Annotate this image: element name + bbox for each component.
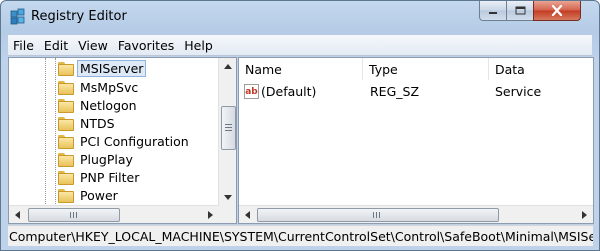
tree-line <box>45 58 46 206</box>
list-horizontal-scrollbar[interactable] <box>239 205 593 223</box>
folder-icon <box>57 62 74 76</box>
scroll-left-button[interactable] <box>9 206 26 223</box>
grip-line <box>379 212 380 218</box>
string-value-icon: ab <box>244 84 259 99</box>
tree-item-pnp-filter[interactable]: PNP Filter <box>57 169 142 186</box>
tree-item-netlogon[interactable]: Netlogon <box>57 97 140 114</box>
arrow-right-icon <box>208 210 213 219</box>
minimize-icon <box>489 11 497 14</box>
arrow-down-icon <box>223 195 232 200</box>
arrow-right-icon <box>582 210 587 219</box>
tree-item-label: PCI Configuration <box>80 134 189 149</box>
minimize-button[interactable] <box>479 1 507 21</box>
tree-item-plugplay[interactable]: PlugPlay <box>57 151 136 168</box>
scrollbar-corner <box>219 206 236 223</box>
folder-icon <box>57 99 74 113</box>
registry-editor-icon <box>10 8 25 25</box>
tree-item-pci-configuration[interactable]: PCI Configuration <box>57 133 192 150</box>
key-tree-pane[interactable]: MSIServer MsMpSvc Netlogon NTDS PCI Conf… <box>8 57 237 224</box>
arrow-left-icon <box>245 210 250 219</box>
scroll-right-button[interactable] <box>202 206 219 223</box>
maximize-button[interactable] <box>506 1 534 21</box>
scroll-thumb[interactable] <box>221 106 236 150</box>
tree-item-label: NTDS <box>80 116 115 131</box>
menu-view[interactable]: View <box>73 38 113 53</box>
close-button[interactable] <box>533 1 581 21</box>
menu-edit[interactable]: Edit <box>39 38 73 53</box>
value-data: Service <box>495 84 542 99</box>
tree-item-label: PlugPlay <box>80 152 133 167</box>
grip-line <box>225 127 232 128</box>
grip-line <box>73 212 74 218</box>
scroll-thumb[interactable] <box>28 208 120 222</box>
maximize-icon <box>515 6 525 15</box>
scroll-thumb[interactable] <box>257 208 499 222</box>
tree-item-label: MsMpSvc <box>80 80 139 95</box>
tree-item-msmpsvc[interactable]: MsMpSvc <box>57 79 141 96</box>
scroll-right-button[interactable] <box>576 206 593 223</box>
grip-line <box>225 124 232 125</box>
tree-horizontal-scrollbar[interactable] <box>9 205 219 223</box>
tree-item-msiserver[interactable]: MSIServer <box>57 60 147 77</box>
folder-icon <box>57 135 74 149</box>
values-list-pane[interactable]: Name Type Data ab (Default) REG_SZ Servi… <box>238 57 594 224</box>
tree-item-label: Power <box>80 188 118 203</box>
close-icon <box>551 5 563 16</box>
tree-item-power[interactable]: Power <box>57 187 121 204</box>
value-type: REG_SZ <box>370 84 420 99</box>
tree-item-label: PNP Filter <box>80 170 140 185</box>
column-header-type[interactable]: Type <box>363 58 489 80</box>
menu-help[interactable]: Help <box>179 38 218 53</box>
folder-icon <box>57 81 74 95</box>
scroll-down-button[interactable] <box>219 189 236 206</box>
folder-icon <box>57 171 74 185</box>
status-path: Computer\HKEY_LOCAL_MACHINE\SYSTEM\Curre… <box>9 228 593 244</box>
grip-line <box>376 212 377 218</box>
menu-favorites[interactable]: Favorites <box>113 38 179 53</box>
scroll-up-button[interactable] <box>219 58 236 75</box>
registry-editor-window: Registry Editor File Edit View Favorites… <box>0 0 600 251</box>
arrow-up-icon <box>223 64 232 69</box>
value-name: (Default) <box>261 84 317 99</box>
menu-bar: File Edit View Favorites Help <box>8 35 592 56</box>
column-header-data[interactable]: Data <box>489 58 593 80</box>
menu-file[interactable]: File <box>8 38 39 53</box>
folder-icon <box>57 153 74 167</box>
column-header-name[interactable]: Name <box>239 58 363 80</box>
window-title: Registry Editor <box>31 9 127 24</box>
tree-vertical-scrollbar[interactable] <box>218 58 236 206</box>
arrow-left-icon <box>15 210 20 219</box>
grip-line <box>225 130 232 131</box>
scroll-left-button[interactable] <box>239 206 256 223</box>
folder-icon <box>57 189 74 203</box>
status-bar: Computer\HKEY_LOCAL_MACHINE\SYSTEM\Curre… <box>8 225 593 246</box>
list-row[interactable]: ab (Default) REG_SZ Service <box>239 82 593 102</box>
grip-line <box>76 212 77 218</box>
folder-icon <box>57 117 74 131</box>
grip-line <box>373 212 374 218</box>
tree-item-ntds[interactable]: NTDS <box>57 115 118 132</box>
title-bar[interactable]: Registry Editor <box>1 1 599 33</box>
tree-item-label: MSIServer <box>77 60 147 77</box>
tree-item-label: Netlogon <box>80 98 137 113</box>
tree-line <box>55 58 56 206</box>
grip-line <box>70 212 71 218</box>
